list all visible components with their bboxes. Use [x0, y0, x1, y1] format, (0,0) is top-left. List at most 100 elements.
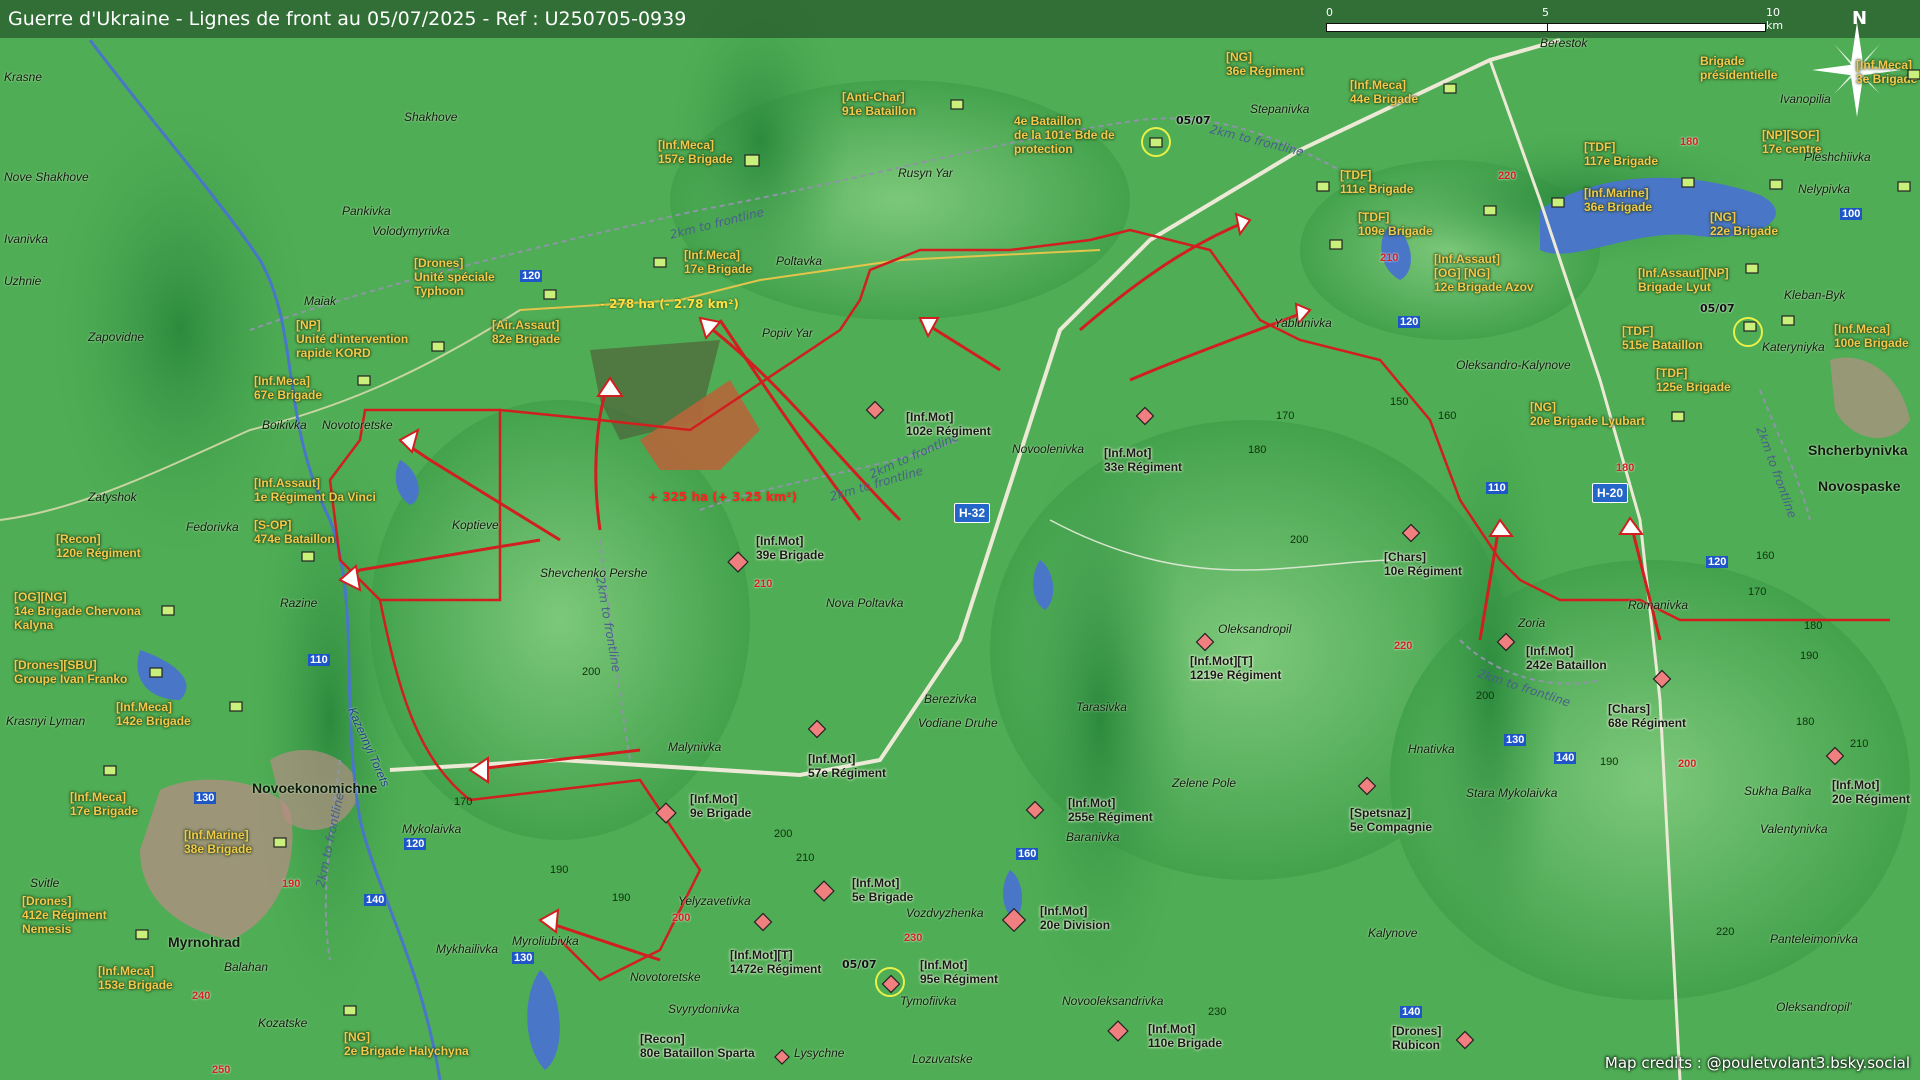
road-number: 140 [364, 894, 387, 906]
elevation-label: 210 [796, 852, 815, 864]
ru-unit-label[interactable]: [Inf.Mot][T] 1219e Régiment [1190, 654, 1281, 682]
place-label: Novospaske [1818, 478, 1901, 494]
ua-unit-label[interactable]: [Drones] Unité spéciale Typhoon [414, 256, 495, 298]
ua-unit-label[interactable]: [Inf.Meca] 17e Brigade [70, 790, 138, 818]
ru-unit-label[interactable]: [Inf.Mot] 39e Brigade [756, 534, 824, 562]
place-label: Myroliubivka [512, 934, 579, 948]
ru-unit-label[interactable]: [Inf.Mot] 102e Régiment [906, 410, 991, 438]
ua-unit-label[interactable]: [S-OP] 474e Bataillon [254, 518, 335, 546]
ua-unit-label[interactable]: [Drones] 412e Régiment Nemesis [22, 894, 107, 936]
place-label: Berezivka [924, 692, 977, 706]
place-label: Tarasivka [1076, 700, 1127, 714]
elevation-label: 180 [1804, 620, 1823, 632]
ua-unit-label[interactable]: [TDF] 109e Brigade [1358, 210, 1433, 238]
scale-tick-10: 10 km [1766, 6, 1784, 32]
road-number: 130 [194, 792, 217, 804]
elevation-label: 160 [1438, 410, 1457, 422]
ua-unit-label[interactable]: [Inf.Meca] 142e Brigade [116, 700, 191, 728]
ua-unit-label[interactable]: [TDF] 111e Brigade [1340, 168, 1413, 196]
ua-unit-label[interactable]: [Inf.Meca] 3e Brigade [1856, 58, 1917, 86]
ua-unit-label[interactable]: [NG] 36e Régiment [1226, 50, 1304, 78]
place-label: Nova Poltavka [826, 596, 904, 610]
ua-unit-label[interactable]: [NP] Unité d'intervention rapide KORD [296, 318, 408, 360]
ua-unit-label[interactable]: 4e Bataillon de la 101e Bde de protection [1014, 114, 1115, 156]
ua-unit-label[interactable]: [TDF] 125e Brigade [1656, 366, 1731, 394]
ru-unit-label[interactable]: [Recon] 80e Bataillon Sparta [640, 1032, 755, 1060]
elevation-label: 190 [612, 892, 631, 904]
road-number: 120 [1706, 556, 1729, 568]
ru-unit-label[interactable]: [Inf.Mot] 242e Bataillon [1526, 644, 1607, 672]
road-number: 110 [308, 654, 330, 666]
elevation-label: 170 [1276, 410, 1295, 422]
road-number-red: 250 [212, 1064, 231, 1076]
ua-unit-label[interactable]: [OG][NG] 14e Brigade Chervona Kalyna [14, 590, 141, 632]
ru-unit-label[interactable]: [Inf.Mot] 20e Division [1040, 904, 1110, 932]
ua-unit-label[interactable]: [NG] 2e Brigade Halychyna [344, 1030, 469, 1058]
ru-unit-label[interactable]: [Chars] 68e Régiment [1608, 702, 1686, 730]
place-label: Koptieve [452, 518, 499, 532]
scale-tick-0: 0 [1326, 6, 1333, 19]
place-label: Krasne [4, 70, 43, 84]
place-label: Kleban-Byk [1784, 288, 1846, 302]
ru-unit-label[interactable]: [Inf.Mot] 20e Régiment [1832, 778, 1910, 806]
ua-unit-label[interactable]: [Inf.Meca] 44e Brigade [1350, 78, 1418, 106]
ua-unit-label[interactable]: [Inf.Meca] 67e Brigade [254, 374, 322, 402]
ru-unit-label[interactable]: [Chars] 10e Régiment [1384, 550, 1462, 578]
ua-unit-label[interactable]: [Inf.Meca] 17e Brigade [684, 248, 752, 276]
road-number-red: 200 [672, 912, 691, 924]
gain-annotation: + 325 ha (+ 3.25 km²) [648, 490, 798, 504]
road-number: 140 [1554, 752, 1577, 764]
ru-unit-label[interactable]: [Inf.Mot][T] 1472e Régiment [730, 948, 821, 976]
elevation-label: 180 [1248, 444, 1267, 456]
ua-unit-label[interactable]: [NG] 22e Brigade [1710, 210, 1778, 238]
ua-unit-label[interactable]: [Inf.Marine] 38e Brigade [184, 828, 252, 856]
date-label: 05/07 [842, 958, 877, 971]
place-label: Poltavka [776, 254, 823, 268]
place-label: Vodiane Druhe [918, 716, 998, 730]
road-number-red: 210 [1380, 252, 1399, 264]
place-label: Baranivka [1066, 830, 1120, 844]
road-number: 130 [512, 952, 535, 964]
ua-unit-label[interactable]: [Inf.Meca] 100e Brigade [1834, 322, 1909, 350]
ru-unit-label[interactable]: [Inf.Mot] 33e Régiment [1104, 446, 1182, 474]
place-label: Ivanivka [4, 232, 49, 246]
place-label: Valentynivka [1760, 822, 1828, 836]
place-label: Novoolenivka [1012, 442, 1085, 456]
ua-unit-label[interactable]: [NG] 20e Brigade Lyubart [1530, 400, 1645, 428]
ru-unit-label[interactable]: [Inf.Mot] 110e Brigade [1148, 1022, 1222, 1050]
place-label: Fedorivka [186, 520, 239, 534]
elevation-label: 200 [774, 828, 793, 840]
place-label: Malynivka [668, 740, 722, 754]
date-label: 05/07 [1700, 302, 1735, 315]
ua-unit-label[interactable]: Brigade présidentielle [1700, 54, 1777, 82]
place-label: Rusyn Yar [898, 166, 953, 180]
ru-unit-label[interactable]: [Inf.Mot] 95e Régiment [920, 958, 998, 986]
ua-unit-label[interactable]: [Inf.Marine] 36e Brigade [1584, 186, 1652, 214]
ua-unit-label[interactable]: [Inf.Assaut][NP] Brigade Lyut [1638, 266, 1729, 294]
ua-unit-label[interactable]: [Inf.Meca] 153e Brigade [98, 964, 173, 992]
ua-unit-label[interactable]: [Drones][SBU] Groupe Ivan Franko [14, 658, 127, 686]
ru-unit-label[interactable]: [Spetsnaz] 5e Compagnie [1350, 806, 1432, 834]
ua-unit-label[interactable]: [Air.Assaut] 82e Brigade [492, 318, 560, 346]
ru-unit-label[interactable]: [Inf.Mot] 9e Brigade [690, 792, 751, 820]
ru-unit-label[interactable]: [Inf.Mot] 255e Régiment [1068, 796, 1153, 824]
place-label: Balahan [224, 960, 269, 974]
map-canvas[interactable]: Guerre d'Ukraine - Lignes de front au 05… [0, 0, 1920, 1080]
ua-unit-label[interactable]: [TDF] 117e Brigade [1584, 140, 1658, 168]
elevation-label: 190 [1600, 756, 1619, 768]
place-label: Ivanopilia [1780, 92, 1831, 106]
ua-unit-label[interactable]: [Inf.Assaut] 1e Régiment Da Vinci [254, 476, 376, 504]
place-label: Yelyzavetivka [678, 894, 751, 908]
ua-unit-label[interactable]: [Inf.Assaut] [OG] [NG] 12e Brigade Azov [1434, 252, 1534, 294]
ru-unit-label[interactable]: [Drones] Rubicon [1392, 1024, 1441, 1052]
ua-unit-label[interactable]: [Anti-Char] 91e Bataillon [842, 90, 916, 118]
place-label: Stara Mykolaivka [1466, 786, 1558, 800]
place-label: Nove Shakhove [4, 170, 89, 184]
ru-unit-label[interactable]: [Inf.Mot] 5e Brigade [852, 876, 913, 904]
place-label: Pleshchiivka [1804, 150, 1871, 164]
ua-unit-label[interactable]: [Recon] 120e Régiment [56, 532, 141, 560]
ua-unit-label[interactable]: [TDF] 515e Bataillon [1622, 324, 1703, 352]
ua-unit-label[interactable]: [Inf.Meca] 157e Brigade [658, 138, 733, 166]
ru-unit-label[interactable]: [Inf.Mot] 57e Régiment [808, 752, 886, 780]
elevation-label: 200 [1290, 534, 1309, 546]
